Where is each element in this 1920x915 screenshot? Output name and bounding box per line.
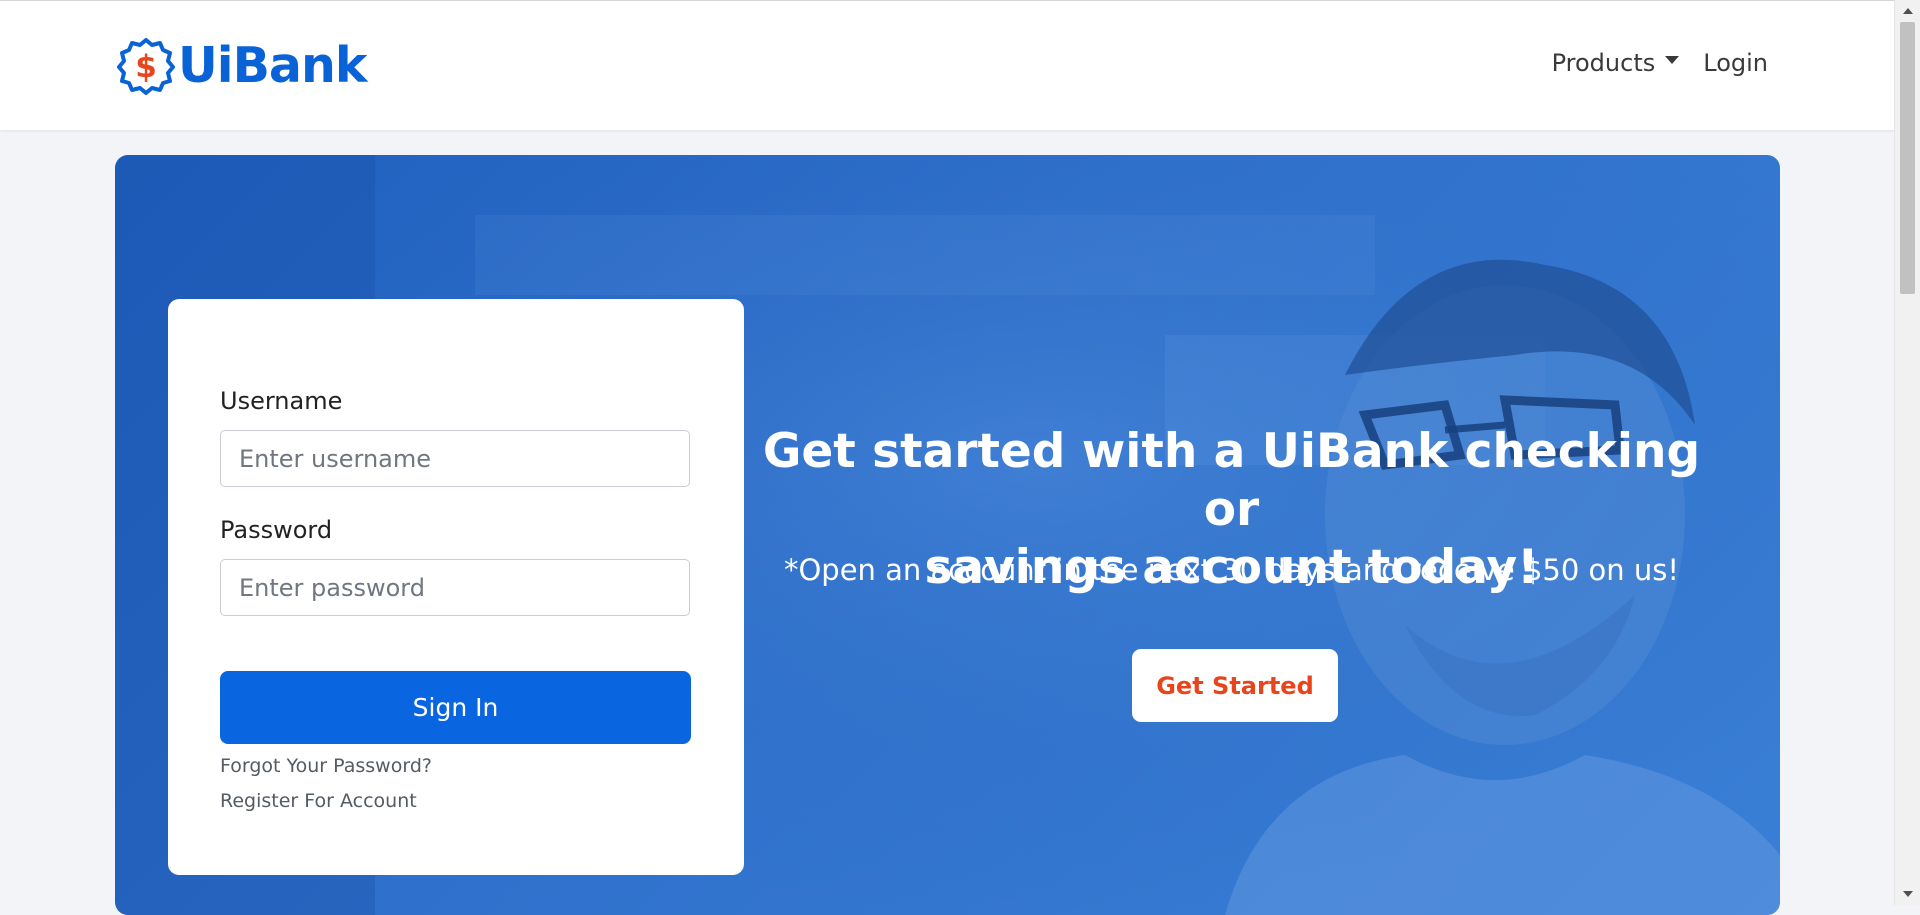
- scroll-up-icon[interactable]: [1903, 8, 1913, 14]
- hero-subline: *Open an account in the next 30 days and…: [783, 553, 1679, 587]
- brand-name: UiBank: [178, 37, 367, 94]
- sign-in-button[interactable]: Sign In: [220, 671, 691, 744]
- nav-products-label: Products: [1551, 49, 1656, 77]
- login-card: Username Password Sign In Forgot Your Pa…: [168, 299, 744, 875]
- get-started-button[interactable]: Get Started: [1132, 649, 1338, 722]
- nav-login-link[interactable]: Login: [1703, 49, 1768, 77]
- main-nav: Products Login: [1552, 49, 1768, 77]
- password-input[interactable]: [220, 559, 690, 616]
- password-label: Password: [220, 516, 333, 544]
- top-navbar: $ UiBank Products Login: [0, 0, 1895, 130]
- scroll-thumb[interactable]: [1900, 22, 1915, 294]
- hero-banner: Username Password Sign In Forgot Your Pa…: [115, 155, 1780, 915]
- forgot-password-link[interactable]: Forgot Your Password?: [220, 755, 432, 777]
- dollar-badge-icon: $: [117, 38, 175, 95]
- logo-symbol: $: [135, 49, 157, 85]
- username-label: Username: [220, 387, 343, 415]
- scroll-down-icon[interactable]: [1903, 891, 1913, 897]
- caret-down-icon: [1665, 56, 1680, 64]
- page-scrollbar[interactable]: [1894, 0, 1920, 905]
- register-link[interactable]: Register For Account: [220, 790, 417, 812]
- brand-logo[interactable]: $ UiBank: [117, 37, 367, 95]
- nav-products-dropdown[interactable]: Products: [1552, 49, 1680, 77]
- username-input[interactable]: [220, 430, 690, 487]
- hero-headline-line1: Get started with a UiBank checking or: [762, 424, 1701, 537]
